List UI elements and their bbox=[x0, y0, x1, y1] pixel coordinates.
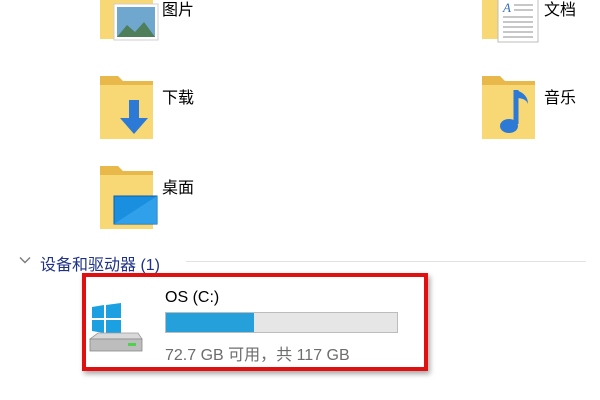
folder-label: 文档 bbox=[544, 2, 577, 19]
folder-pictures[interactable]: 图片 bbox=[96, 0, 326, 46]
desktop-folder-icon bbox=[100, 166, 158, 229]
folder-downloads[interactable]: 下载 bbox=[96, 72, 326, 144]
windows-drive-icon bbox=[88, 303, 143, 352]
folder-documents[interactable]: A 文档 bbox=[478, 0, 600, 46]
documents-folder-icon: A bbox=[482, 0, 539, 43]
folder-desktop[interactable]: 桌面 bbox=[96, 162, 326, 234]
drive-c[interactable]: OS (C:) 72.7 GB 可用，共 117 GB bbox=[82, 273, 430, 373]
drive-name: OS (C:) bbox=[165, 289, 220, 306]
pictures-folder-icon bbox=[100, 0, 159, 41]
section-divider bbox=[186, 261, 586, 262]
folder-label: 桌面 bbox=[162, 180, 195, 197]
folder-label: 图片 bbox=[162, 2, 195, 19]
svg-text:A: A bbox=[502, 0, 511, 15]
drive-space-text: 72.7 GB 可用，共 117 GB bbox=[165, 347, 350, 364]
section-title: 设备和驱动器 (1) bbox=[40, 257, 161, 274]
folder-label: 下载 bbox=[162, 90, 195, 107]
drive-usage-bar bbox=[165, 312, 398, 333]
folder-music[interactable]: 音乐 bbox=[478, 72, 600, 144]
chevron-down-icon[interactable] bbox=[18, 253, 32, 267]
music-folder-icon bbox=[482, 76, 535, 139]
folder-label: 音乐 bbox=[544, 90, 577, 107]
devices-section-header[interactable]: 设备和驱动器 (1) bbox=[18, 248, 600, 274]
drive-usage-fill bbox=[166, 313, 254, 332]
downloads-folder-icon bbox=[100, 76, 153, 139]
